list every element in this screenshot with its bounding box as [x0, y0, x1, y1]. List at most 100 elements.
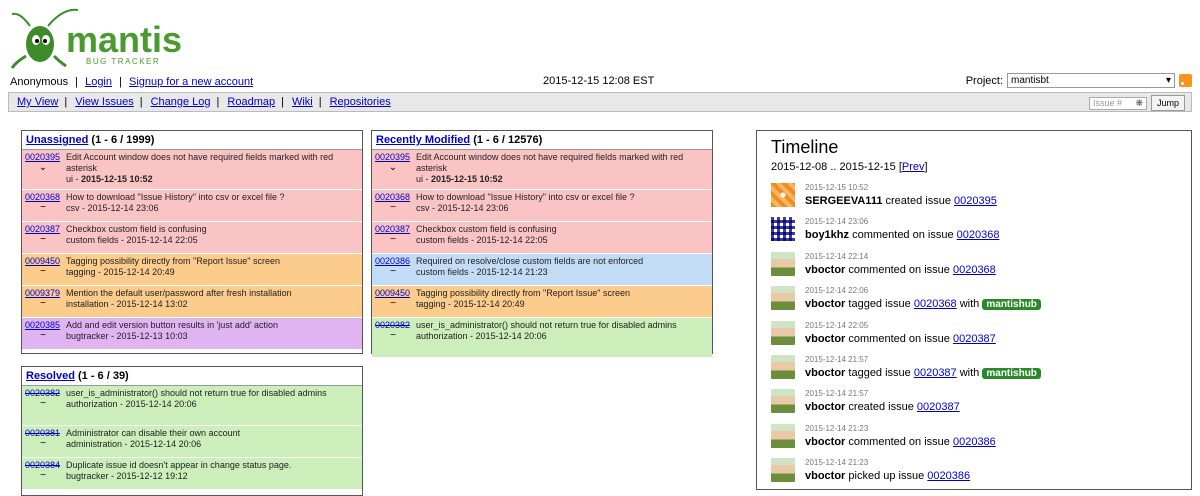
menu-my-view[interactable]: My View	[17, 96, 58, 108]
timeline-line: boy1khz commented on issue 0020368	[805, 229, 999, 241]
avatar[interactable]	[771, 458, 795, 483]
timeline-issue-link[interactable]: 0020387	[953, 333, 996, 345]
avatar[interactable]	[771, 286, 795, 311]
collapse-icon[interactable]: −	[25, 235, 61, 245]
timeline-user[interactable]: vboctor	[805, 367, 845, 379]
collapse-icon[interactable]: −	[375, 235, 411, 245]
signup-link[interactable]: Signup for a new account	[129, 76, 253, 88]
collapse-icon[interactable]: −	[375, 299, 411, 309]
issue-id-link[interactable]: 0020384	[25, 460, 60, 470]
timeline-user[interactable]: vboctor	[805, 436, 845, 448]
timeline-issue-link[interactable]: 0020386	[927, 470, 970, 482]
issue-id-link[interactable]: 0020387	[25, 224, 60, 234]
issue-id-cell: 0020381−	[22, 426, 64, 457]
collapse-icon[interactable]: −	[25, 267, 61, 277]
issue-meta: authorization - 2015-12-14 20:06	[416, 331, 547, 341]
issue-id-link[interactable]: 0020368	[25, 192, 60, 202]
collapse-icon[interactable]: −	[25, 471, 61, 481]
expand-icon[interactable]: ⌄	[375, 163, 411, 173]
issue-summary-cell: How to download "Issue History" into csv…	[64, 190, 362, 221]
expand-icon[interactable]: ⌄	[25, 163, 61, 173]
avatar[interactable]	[771, 320, 795, 345]
avatar[interactable]	[771, 251, 795, 276]
collapse-icon[interactable]: −	[375, 331, 411, 341]
collapse-icon[interactable]: −	[25, 399, 61, 409]
unassigned-link[interactable]: Unassigned	[26, 134, 88, 146]
issue-id-cell: 0020382−	[22, 386, 64, 425]
issue-id-link[interactable]: 0020395	[375, 152, 410, 162]
rss-icon[interactable]	[1179, 74, 1192, 87]
issue-id-link[interactable]: 0020386	[375, 256, 410, 266]
issue-id-link[interactable]: 0020382	[25, 388, 60, 398]
issue-summary-cell: user_is_administrator() should not retur…	[64, 386, 362, 425]
issue-id-link[interactable]: 0020387	[375, 224, 410, 234]
tag-badge[interactable]: mantishub	[982, 299, 1041, 311]
timeline-issue-link[interactable]: 0020386	[953, 436, 996, 448]
asterisk-icon: ❋	[1135, 97, 1143, 108]
collapse-icon[interactable]: −	[25, 203, 61, 213]
resolved-box: Resolved (1 - 6 / 39) 0020382− user_is_ad…	[21, 366, 363, 496]
issue-number-input[interactable]: Issue # ❋	[1088, 96, 1147, 110]
avatar[interactable]	[771, 183, 795, 207]
timeline-prev-link[interactable]: Prev	[902, 161, 925, 173]
timeline-user[interactable]: boy1khz	[805, 229, 849, 241]
collapse-icon[interactable]: −	[375, 203, 411, 213]
issue-id-link[interactable]: 0020382	[375, 320, 410, 330]
avatar[interactable]	[771, 217, 795, 242]
timeline-issue-link[interactable]: 0020395	[954, 195, 997, 207]
issue-id-link[interactable]: 0020395	[25, 152, 60, 162]
collapse-icon[interactable]: −	[25, 439, 61, 449]
login-link[interactable]: Login	[85, 76, 112, 88]
menu-repositories[interactable]: Repositories	[330, 96, 391, 108]
timeline-entry-body: 2015-12-14 21:57 vboctor tagged issue 002…	[805, 355, 1041, 379]
issue-id-link[interactable]: 0009379	[25, 288, 60, 298]
tag-badge[interactable]: mantishub	[982, 367, 1041, 379]
avatar[interactable]	[771, 423, 795, 448]
issue-id-link[interactable]: 0020381	[25, 428, 60, 438]
issue-id-link[interactable]: 0009450	[375, 288, 410, 298]
issue-id-link[interactable]: 0020385	[25, 320, 60, 330]
timeline-issue-link[interactable]: 0020368	[914, 298, 957, 310]
project-select[interactable]: mantisbt ▾	[1007, 73, 1175, 88]
timeline-user[interactable]: vboctor	[805, 264, 845, 276]
timeline-user[interactable]: vboctor	[805, 470, 845, 482]
issue-summary-cell: Administrator can disable their own acco…	[64, 426, 362, 457]
timeline-issue-link[interactable]: 0020387	[917, 401, 960, 413]
timeline-user[interactable]: vboctor	[805, 298, 845, 310]
menu-roadmap[interactable]: Roadmap	[227, 96, 275, 108]
timeline-issue-link[interactable]: 0020368	[957, 229, 1000, 241]
avatar[interactable]	[771, 389, 795, 414]
collapse-icon[interactable]: −	[25, 299, 61, 309]
avatar[interactable]	[771, 354, 795, 379]
menu-wiki[interactable]: Wiki	[292, 96, 313, 108]
timeline-issue-link[interactable]: 0020368	[953, 264, 996, 276]
mantis-logo[interactable]: mantis BUG TRACKER	[8, 4, 188, 70]
issue-id-link[interactable]: 0020368	[375, 192, 410, 202]
unassigned-count: (1 - 6 / 1999)	[91, 134, 155, 146]
unassigned-rows: 0020395 ⌄ Edit Account window does not hav…	[22, 150, 362, 350]
collapse-icon[interactable]: −	[375, 267, 411, 277]
resolved-link[interactable]: Resolved	[26, 370, 75, 382]
menu-view-issues[interactable]: View Issues	[75, 96, 134, 108]
timeline-entry: 2015-12-15 10:52 SERGEEVA111 created issu…	[771, 183, 1177, 217]
timeline-time: 2015-12-14 21:23	[805, 423, 869, 433]
issue-date: 2015-12-14 20:06	[475, 331, 547, 341]
issue-row: 0020387− Checkbox custom field is confusi…	[372, 222, 712, 254]
issue-id-link[interactable]: 0009450	[25, 256, 60, 266]
timeline-line: SERGEEVA111 created issue 0020395	[805, 195, 997, 207]
recent-link[interactable]: Recently Modified	[376, 134, 470, 146]
issue-summary: Required on resolve/close custom fields …	[416, 256, 644, 266]
timeline-user[interactable]: SERGEEVA111	[805, 195, 882, 207]
issue-summary-cell: Edit Account window does not have requir…	[414, 150, 712, 189]
issue-category: administration	[66, 439, 123, 449]
collapse-icon[interactable]: −	[25, 331, 61, 341]
timeline-user[interactable]: vboctor	[805, 333, 845, 345]
timeline-time: 2015-12-14 21:57	[805, 389, 869, 399]
jump-button[interactable]: Jump	[1150, 95, 1185, 111]
menu-change-log[interactable]: Change Log	[151, 96, 211, 108]
issue-category: installation	[66, 299, 109, 309]
mantis-insect-icon: mantis BUG TRACKER	[10, 8, 182, 69]
timeline-user[interactable]: vboctor	[805, 401, 845, 413]
timeline-issue-link[interactable]: 0020387	[914, 367, 957, 379]
issue-date: 2015-12-14 23:06	[87, 203, 159, 213]
